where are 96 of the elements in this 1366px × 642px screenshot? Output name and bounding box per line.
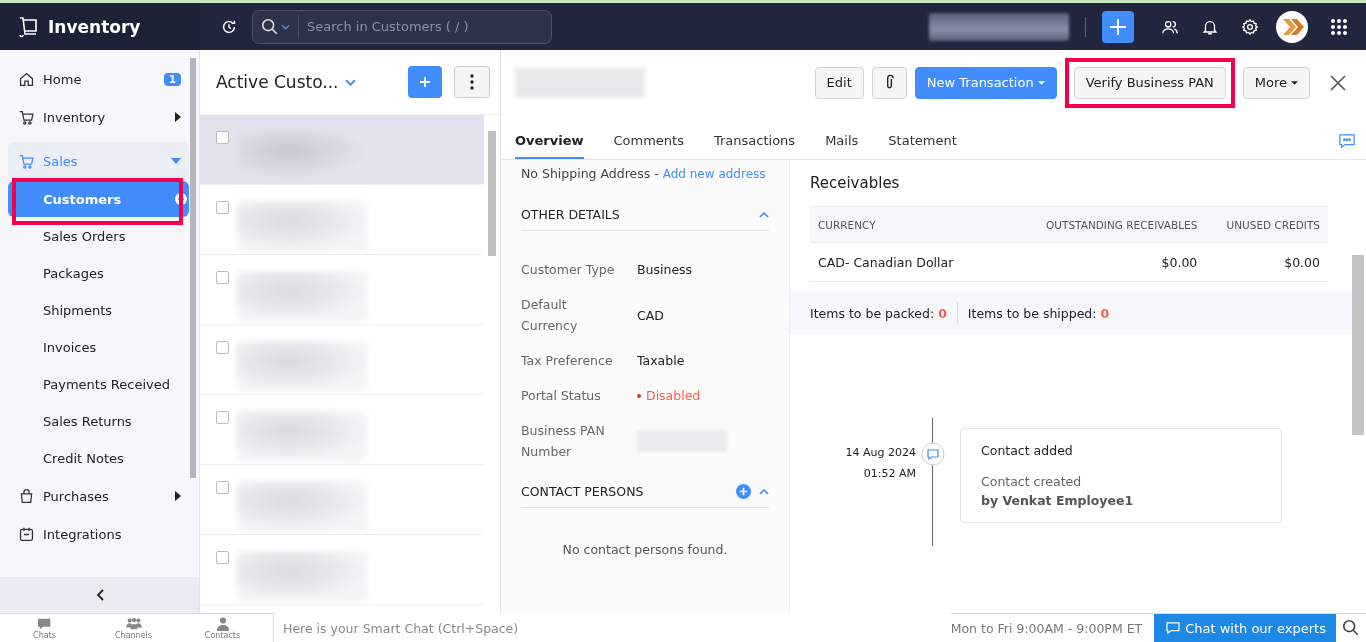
collapse-arrow-icon	[171, 158, 181, 164]
avatar-icon[interactable]	[1276, 10, 1308, 43]
support-hours-text: Mon to Fri 9:00AM - 9:00PM ET	[950, 620, 1143, 636]
field-value: Taxable	[637, 353, 686, 368]
app-title: Inventory	[48, 16, 141, 37]
checkbox[interactable]	[216, 551, 229, 564]
cart-icon	[18, 152, 35, 170]
event-text: Contact created	[981, 474, 1083, 489]
caret-icon	[1291, 80, 1298, 85]
comment-icon[interactable]	[1338, 133, 1356, 149]
count-badge: 1	[164, 72, 181, 86]
checkbox[interactable]	[216, 201, 229, 214]
section-title: OTHER DETAILS	[521, 207, 621, 222]
caret-icon[interactable]	[345, 78, 357, 86]
caret-icon	[281, 23, 290, 30]
action-button[interactable]: Verify Business PAN	[1073, 66, 1226, 99]
table-cell-text: $0.00	[1160, 254, 1199, 270]
timeline-time: 01:52 AM	[863, 467, 916, 480]
empty-message: No contact persons found.	[561, 542, 729, 557]
close-icon[interactable]	[1330, 74, 1346, 91]
paperclip-icon	[884, 74, 894, 91]
nav-subitem[interactable]: Credit Notes	[8, 440, 189, 476]
bottom-tab[interactable]: Channels	[89, 616, 178, 640]
chat-with-experts-button[interactable]: Chat with our experts	[1154, 614, 1336, 642]
column-header: CURRENCY	[817, 218, 877, 231]
customer-row[interactable]	[200, 115, 484, 185]
nav-subitem[interactable]: Packages	[8, 255, 189, 291]
shipping-address-text: No Shipping Address - Add new address	[521, 166, 767, 181]
section-title: CONTACT PERSONS	[521, 484, 645, 499]
bottom-tab[interactable]: Contacts	[178, 616, 267, 640]
column-header: OUTSTANDING RECEIVABLES	[1045, 218, 1199, 231]
table-cell-text: $0.00	[1283, 254, 1321, 270]
plug-icon	[18, 525, 35, 543]
search-field[interactable]: Search in Customers ( / )	[252, 9, 552, 44]
checkbox[interactable]	[216, 271, 229, 284]
people-icon	[124, 616, 143, 631]
packing-count-text: Items to be packed: 0	[810, 305, 947, 321]
bottom-tab[interactable]: Chats	[0, 616, 89, 640]
home-icon	[18, 70, 35, 88]
nav-subitem[interactable]: Invoices	[8, 329, 189, 365]
nav-item[interactable]: Purchases	[8, 477, 189, 515]
column-header: UNUSED CREDITS	[1225, 218, 1321, 231]
field-value: Disabled	[637, 388, 769, 403]
chevron-up-icon[interactable]	[759, 488, 769, 495]
more-button[interactable]: More	[1242, 66, 1310, 99]
tab[interactable]: Transactions	[714, 133, 796, 159]
field-value: Business	[637, 262, 694, 277]
nav-item[interactable]: Integrations	[8, 515, 189, 553]
search-icon	[261, 17, 279, 36]
table-cell-text: CAD- Canadian Dollar	[817, 254, 955, 270]
smart-chat-field[interactable]: Here is your Smart Chat (Ctrl+Space)	[273, 613, 951, 642]
packing-count-text: Items to be shipped: 0	[967, 305, 1110, 321]
event-title: Contact added	[981, 443, 1074, 458]
settings-icon[interactable]	[1241, 17, 1259, 36]
action-button[interactable]: Edit	[814, 66, 864, 99]
collapse-sidebar-button[interactable]	[0, 577, 199, 613]
kebab-menu-icon	[470, 74, 474, 90]
chevron-up-icon[interactable]	[759, 211, 769, 218]
search-icon[interactable]	[1342, 619, 1360, 637]
field-label: Portal Status	[521, 387, 602, 405]
checkbox[interactable]	[216, 341, 229, 354]
nav-subitem[interactable]: Sales Returns	[8, 403, 189, 439]
checkbox[interactable]	[216, 481, 229, 494]
nav-subitem[interactable]: Payments Received	[8, 366, 189, 402]
tab[interactable]: Comments	[613, 133, 684, 159]
field-label: Default Currency	[521, 296, 579, 335]
cart-icon	[18, 108, 35, 126]
field-label: Tax Preference	[521, 352, 614, 370]
nav-item[interactable]: Home 1	[8, 60, 189, 98]
chevron-left-icon	[95, 589, 104, 601]
list-title[interactable]: Active Custo...	[216, 72, 339, 92]
plus-icon	[419, 76, 431, 88]
timeline-date: 14 Aug 2024	[845, 446, 916, 459]
more-options-button[interactable]	[454, 66, 490, 98]
comment-icon	[921, 442, 945, 466]
tab[interactable]: Mails	[825, 133, 859, 159]
event-author: by Venkat Employee1	[981, 493, 1135, 508]
add-circle-icon	[175, 193, 187, 205]
field-label: Business PAN Number	[521, 422, 606, 461]
add-circle-icon[interactable]	[736, 484, 751, 499]
bag-icon	[18, 487, 35, 505]
checkbox[interactable]	[216, 411, 229, 424]
field-label: Customer Type	[521, 261, 616, 279]
nav-subitem[interactable]: Sales Orders	[8, 218, 189, 254]
nav-subitem[interactable]: Shipments	[8, 292, 189, 328]
attach-button[interactable]	[871, 66, 907, 99]
plus-icon	[1108, 16, 1128, 37]
tab[interactable]: Statement	[888, 133, 957, 159]
field-value: CAD	[637, 307, 665, 323]
caret-icon	[1037, 80, 1045, 85]
section-title: Receivables	[810, 174, 901, 192]
nav-item[interactable]: Inventory	[8, 98, 189, 136]
add-button[interactable]	[1102, 10, 1134, 43]
checkbox[interactable]	[216, 131, 229, 144]
chat-bubble-icon	[1166, 622, 1181, 634]
apps-grid-icon[interactable]	[1330, 17, 1348, 36]
